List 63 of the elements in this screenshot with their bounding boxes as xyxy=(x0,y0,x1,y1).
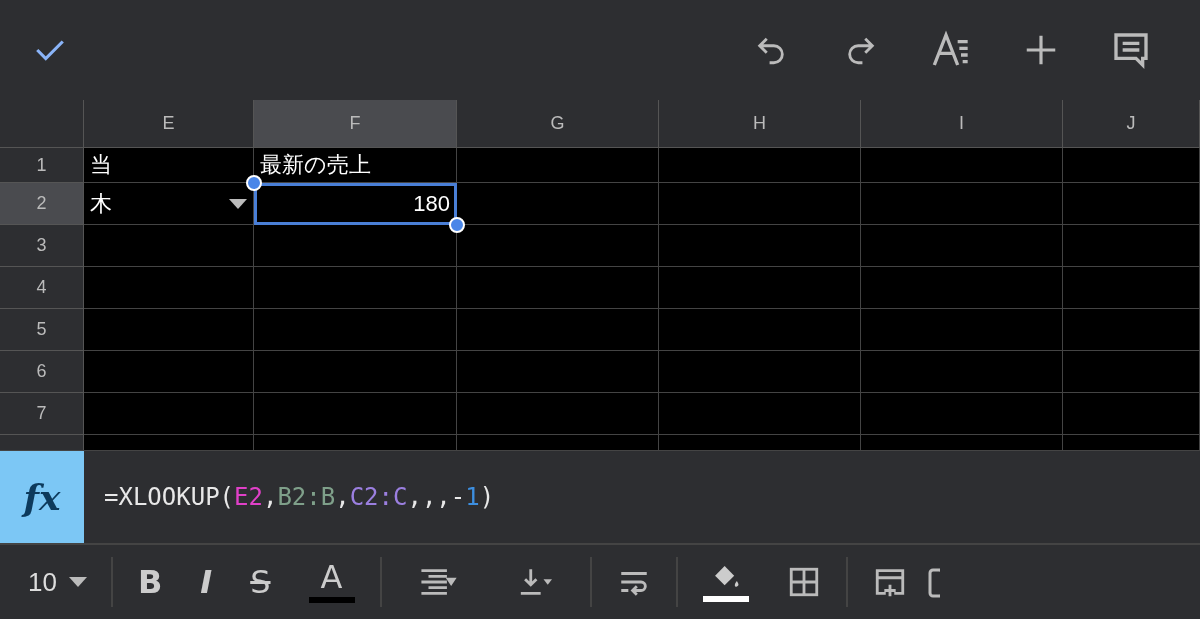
table-cell[interactable] xyxy=(1063,351,1200,393)
table-cell[interactable] xyxy=(84,393,254,435)
table-cell[interactable] xyxy=(1063,225,1200,267)
function-icon: fx xyxy=(0,451,84,543)
table-cell[interactable] xyxy=(861,183,1063,225)
table-cell[interactable] xyxy=(84,309,254,351)
row-header[interactable]: 7 xyxy=(0,393,84,435)
table-cell[interactable] xyxy=(84,225,254,267)
selection-handle[interactable] xyxy=(449,217,465,233)
table-cell[interactable] xyxy=(861,267,1063,309)
font-size-dropdown[interactable]: 10 xyxy=(28,566,105,598)
italic-button[interactable]: I xyxy=(200,566,213,598)
column-header[interactable]: H xyxy=(659,100,861,148)
column-header[interactable]: I xyxy=(861,100,1063,148)
table-cell[interactable]: 180 xyxy=(254,183,457,225)
table-cell[interactable] xyxy=(861,309,1063,351)
comment-icon[interactable] xyxy=(1111,30,1151,70)
row-header[interactable]: 3 xyxy=(0,225,84,267)
table-cell[interactable] xyxy=(84,351,254,393)
table-cell[interactable] xyxy=(1063,309,1200,351)
table-cell[interactable] xyxy=(457,351,659,393)
column-header[interactable]: E xyxy=(84,100,254,148)
table-cell[interactable] xyxy=(457,148,659,183)
formula-field[interactable]: =XLOOKUP(E2,B2:B,C2:C,,,-1) xyxy=(104,483,495,511)
table-cell[interactable] xyxy=(659,393,861,435)
table-cell[interactable] xyxy=(254,267,457,309)
table-cell[interactable] xyxy=(1063,393,1200,435)
table-cell[interactable] xyxy=(457,225,659,267)
caret-icon xyxy=(68,577,87,587)
table-cell[interactable] xyxy=(659,351,861,393)
text-color-button[interactable]: A xyxy=(289,554,374,610)
table-cell[interactable] xyxy=(659,309,861,351)
table-cell[interactable] xyxy=(84,267,254,309)
bold-button[interactable]: B xyxy=(137,566,163,598)
table-cell[interactable] xyxy=(457,393,659,435)
table-cell[interactable] xyxy=(1063,148,1200,183)
column-header[interactable]: G xyxy=(457,100,659,148)
table-cell[interactable] xyxy=(659,148,861,183)
table-cell[interactable] xyxy=(659,267,861,309)
table-cell[interactable] xyxy=(457,267,659,309)
table-cell[interactable] xyxy=(254,351,457,393)
table-cell[interactable] xyxy=(254,393,457,435)
table-cell[interactable] xyxy=(1063,183,1200,225)
column-header[interactable]: J xyxy=(1063,100,1200,148)
table-cell[interactable] xyxy=(861,148,1063,183)
select-all-corner[interactable] xyxy=(0,100,84,148)
table-cell[interactable] xyxy=(659,183,861,225)
table-cell[interactable] xyxy=(861,351,1063,393)
row-header[interactable]: 5 xyxy=(0,309,84,351)
table-cell[interactable] xyxy=(457,309,659,351)
table-cell[interactable] xyxy=(861,393,1063,435)
table-cell[interactable] xyxy=(254,309,457,351)
row-header[interactable]: 1 xyxy=(0,148,84,183)
row-header[interactable]: 4 xyxy=(0,267,84,309)
row-header[interactable]: 6 xyxy=(0,351,84,393)
caret-icon xyxy=(229,198,247,209)
table-cell[interactable] xyxy=(659,225,861,267)
strikethrough-button[interactable]: S xyxy=(250,566,271,598)
row-header[interactable]: 2 xyxy=(0,183,84,225)
table-cell[interactable] xyxy=(861,225,1063,267)
table-cell[interactable] xyxy=(1063,267,1200,309)
selection-handle[interactable] xyxy=(246,175,262,191)
column-header[interactable]: F xyxy=(254,100,457,148)
